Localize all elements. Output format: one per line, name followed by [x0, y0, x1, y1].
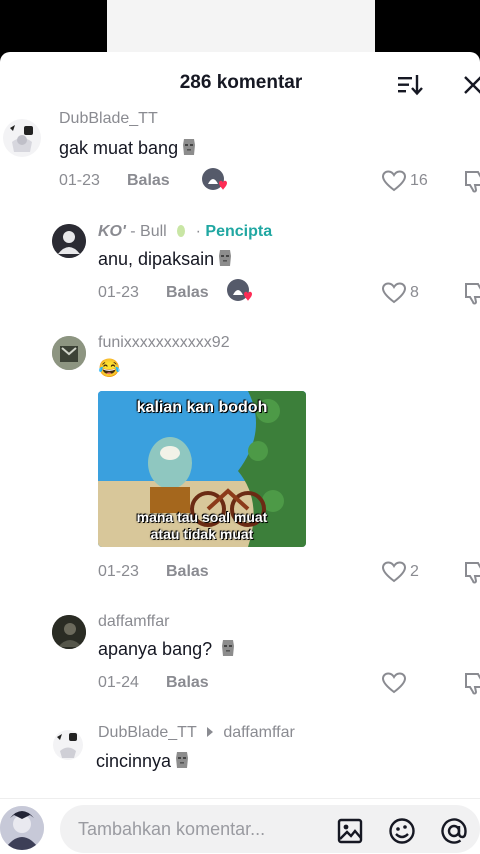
comment-username[interactable]: DubBlade_TT	[59, 110, 158, 128]
avatar[interactable]	[52, 224, 86, 258]
comment-date: 01-24	[98, 674, 139, 691]
like-count: 16	[410, 172, 428, 189]
comment-input-container	[60, 805, 480, 853]
comment-date: 01-23	[98, 563, 139, 580]
comment-date: 01-23	[59, 172, 100, 189]
comments-header: 286 komentar	[0, 52, 480, 114]
comments-sheet: 286 komentar DubBlade_TT gak muat bang 0…	[0, 52, 480, 854]
like-heart-icon[interactable]	[381, 560, 407, 584]
comment-username[interactable]: DubBlade_TT	[98, 724, 196, 741]
reply-button[interactable]: Balas	[127, 172, 170, 190]
close-icon[interactable]	[462, 74, 480, 96]
comment-username-line: KO' - Bull · Pencipta	[98, 223, 273, 240]
moai-emoji-icon	[183, 139, 196, 155]
my-avatar[interactable]	[0, 806, 44, 850]
image-attach-icon[interactable]	[336, 817, 364, 845]
dislike-icon[interactable]	[463, 560, 480, 584]
mention-icon[interactable]	[440, 817, 468, 845]
creator-liked-icon	[202, 168, 227, 190]
like-heart-icon[interactable]	[381, 169, 407, 193]
dislike-icon[interactable]	[463, 671, 480, 695]
like-heart-icon[interactable]	[381, 281, 407, 305]
avatar[interactable]	[52, 729, 84, 761]
avatar[interactable]	[52, 615, 86, 649]
like-count: 8	[410, 284, 419, 301]
comment-input[interactable]	[78, 805, 328, 853]
emoji-icon[interactable]	[388, 817, 416, 845]
comment-username[interactable]: KO'	[98, 223, 126, 240]
meme-image[interactable]: kalian kan bodoh mana tau soal muat atau…	[98, 391, 306, 547]
username-suffix: - Bull	[130, 223, 167, 240]
reply-arrow-icon	[206, 727, 213, 737]
comment-text: cincinnya	[96, 750, 190, 772]
leaf-icon	[177, 225, 186, 237]
comment-date: 01-23	[98, 284, 139, 301]
meme-bottom-caption-line: mana tau soal muat	[136, 509, 268, 525]
comment-text: 😂	[98, 358, 121, 378]
reply-button[interactable]: Balas	[166, 284, 209, 302]
comment-text-content: apanya bang?	[98, 639, 213, 659]
reply-button[interactable]: Balas	[166, 563, 209, 581]
moai-emoji-icon	[219, 250, 232, 266]
comment-username[interactable]: funixxxxxxxxxxx92	[98, 334, 230, 352]
comment-username-line: DubBlade_TT daffamffar	[98, 724, 295, 742]
avatar[interactable]	[2, 118, 42, 158]
comment-composer	[0, 798, 480, 854]
creator-liked-icon	[227, 279, 252, 301]
reply-to-username[interactable]: daffamffar	[223, 724, 294, 741]
video-background	[0, 0, 480, 52]
meme-bottom-caption-line: atau tidak muat	[150, 526, 254, 542]
comment-text-content: anu, dipaksain	[98, 249, 215, 269]
like-count: 2	[410, 563, 419, 580]
video-preview[interactable]	[107, 0, 375, 52]
comment-text: anu, dipaksain	[98, 248, 233, 270]
comment-username[interactable]: daffamffar	[98, 613, 169, 631]
moai-emoji-icon	[176, 752, 189, 768]
meme-bottom-caption: mana tau soal muat atau tidak muat	[98, 509, 306, 543]
creator-badge: Pencipta	[205, 223, 273, 240]
comment-text-content: cincinnya	[96, 751, 172, 771]
sort-icon[interactable]	[396, 72, 424, 98]
meme-top-caption: kalian kan bodoh	[136, 399, 268, 416]
reply-button[interactable]: Balas	[166, 674, 209, 692]
comment-text-content: gak muat bang	[59, 138, 179, 158]
comment-text: gak muat bang	[59, 137, 197, 159]
like-heart-icon[interactable]	[381, 671, 407, 695]
avatar[interactable]	[52, 336, 86, 370]
dislike-icon[interactable]	[463, 169, 480, 193]
moai-emoji-icon	[222, 640, 235, 656]
dislike-icon[interactable]	[463, 281, 480, 305]
comment-text: apanya bang?	[98, 638, 236, 660]
